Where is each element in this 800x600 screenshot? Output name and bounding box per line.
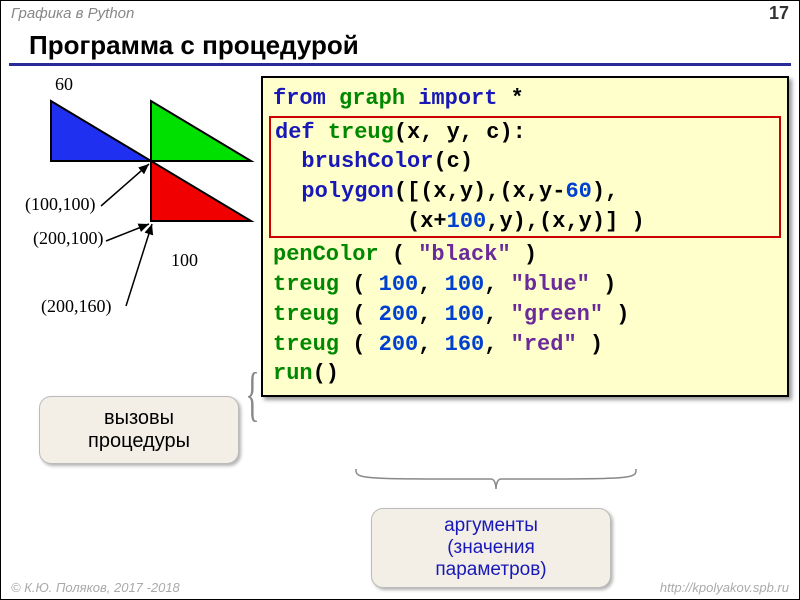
label-100: 100 xyxy=(171,250,198,271)
code-line-9: treug ( 200, 160, "red" ) xyxy=(263,330,787,360)
footer-url: http://kpolyakov.spb.ru xyxy=(660,580,789,595)
point-200-160: (200,160) xyxy=(41,296,112,317)
procedure-definition-frame: def treug(x, y, c): brushColor(c) polygo… xyxy=(269,116,781,239)
point-200-100: (200,100) xyxy=(33,228,104,249)
callout-args-l3: параметров) xyxy=(435,559,546,580)
code-line-4: polygon([(x,y),(x,y-60), xyxy=(271,177,779,207)
brace-icon: { xyxy=(245,344,259,444)
point-100-100: (100,100) xyxy=(25,194,96,215)
header: Графика в Python 17 xyxy=(1,1,799,26)
horizontal-brace-icon xyxy=(351,464,641,504)
callout-arguments: аргументы (значения параметров) xyxy=(371,508,611,588)
code-line-6: penColor ( "black" ) xyxy=(263,240,787,270)
page-number: 17 xyxy=(769,3,789,24)
header-subject: Графика в Python xyxy=(11,5,134,22)
code-line-7: treug ( 100, 100, "blue" ) xyxy=(263,270,787,300)
triangle-diagram: 60 100 (100,100) (200,100) (200,160) xyxy=(11,76,261,336)
callout-args-l2: (значения xyxy=(447,537,535,558)
callout-procedure-calls: вызовы процедуры xyxy=(39,396,239,464)
code-line-10: run() xyxy=(263,359,787,389)
slide: Графика в Python 17 Программа с процедур… xyxy=(0,0,800,600)
slide-title: Программа с процедурой xyxy=(9,26,791,66)
code-line-5: (x+100,y),(x,y)] ) xyxy=(271,207,779,237)
code-block: from graph import * def treug(x, y, c): … xyxy=(261,76,789,397)
callout-calls-l1: вызовы xyxy=(104,407,174,429)
code-line-1: from graph import * xyxy=(263,84,787,114)
callout-calls-l2: процедуры xyxy=(88,430,190,452)
code-line-3: brushColor(c) xyxy=(271,147,779,177)
label-60: 60 xyxy=(55,74,73,95)
code-line-8: treug ( 200, 100, "green" ) xyxy=(263,300,787,330)
code-line-2: def treug(x, y, c): xyxy=(271,118,779,148)
callout-args-l1: аргументы xyxy=(444,515,538,536)
footer-copyright: © К.Ю. Поляков, 2017 -2018 xyxy=(11,580,180,595)
footer: © К.Ю. Поляков, 2017 -2018 http://kpolya… xyxy=(1,578,799,597)
content-area: 60 100 (100,100) (200,100) (200,160) fro… xyxy=(1,66,799,566)
